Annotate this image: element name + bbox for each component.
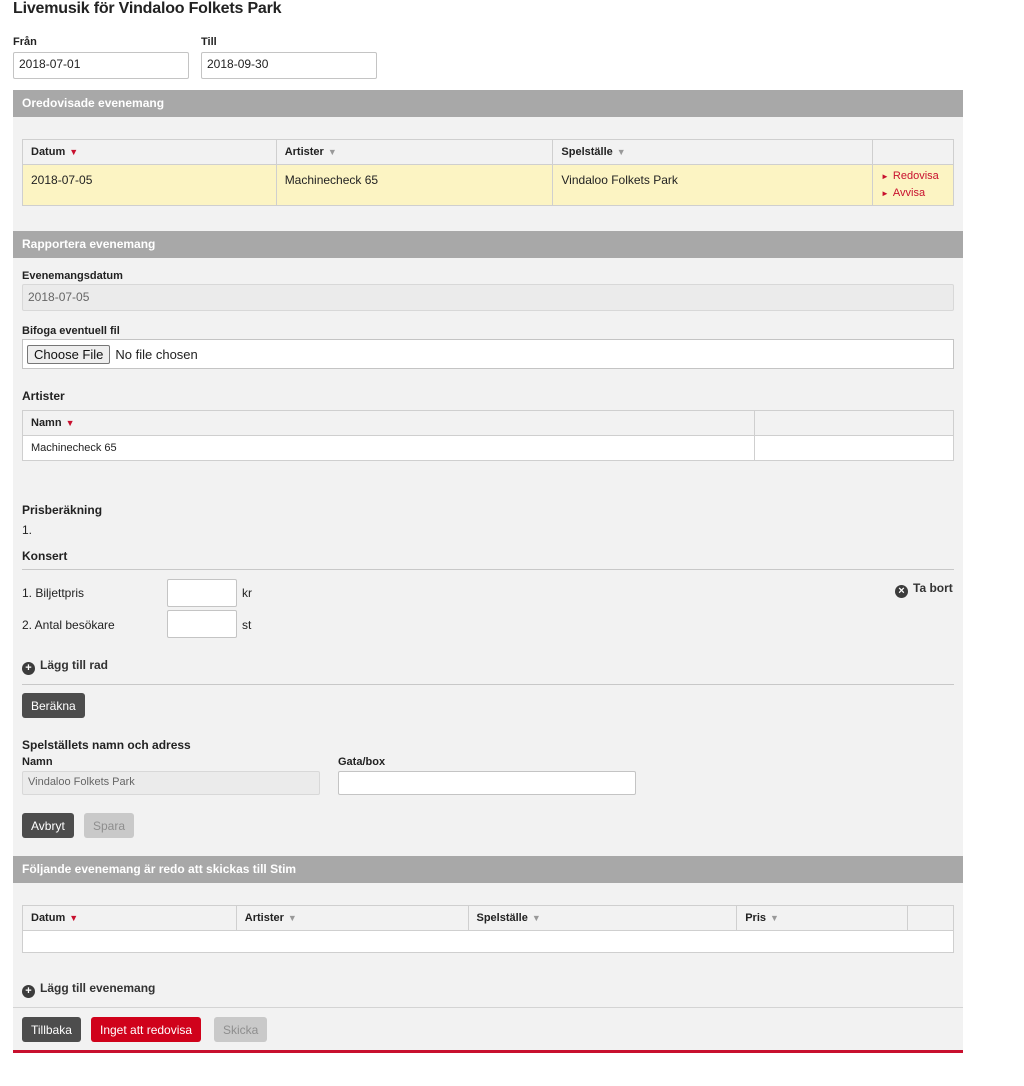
- divider: [13, 1007, 963, 1008]
- col-header-spelstalle[interactable]: Spelställe ▼: [467, 905, 738, 931]
- price-index: 1.: [22, 523, 33, 537]
- ready-section-header: Följande evenemang är redo att skickas t…: [13, 856, 963, 883]
- cell-artist-name: Machinecheck 65: [21, 435, 756, 461]
- street-label: Gata/box: [338, 756, 386, 768]
- sort-icon: ▼: [616, 147, 626, 157]
- visitors-label: 2. Antal besökare: [22, 618, 115, 632]
- artists-title: Artister: [22, 389, 65, 403]
- bottom-accent-line: [13, 1050, 963, 1053]
- ticket-price-label: 1. Biljettpris: [22, 586, 85, 600]
- divider: [22, 684, 954, 685]
- col-header-artister[interactable]: Artister ▼: [235, 905, 469, 931]
- col-header-spelstalle[interactable]: Spelställe ▼: [552, 139, 873, 165]
- cell-artist: Machinecheck 65: [275, 164, 554, 206]
- divider: [22, 569, 954, 570]
- concert-title: Konsert: [22, 549, 68, 563]
- nothing-to-report-button[interactable]: Inget att redovisa: [91, 1017, 202, 1042]
- choose-file-button[interactable]: Choose File: [27, 344, 111, 364]
- from-date-input[interactable]: 2018-07-01: [13, 52, 189, 79]
- calculate-button[interactable]: Beräkna: [22, 693, 85, 718]
- price-calc-title: Prisberäkning: [22, 503, 103, 517]
- file-status: No file chosen: [115, 346, 198, 362]
- remove-button[interactable]: × Ta bort: [895, 581, 953, 598]
- cell-venue: Vindaloo Folkets Park: [552, 164, 873, 206]
- close-circle-icon: ×: [895, 585, 908, 598]
- col-header-namn[interactable]: Namn ▼: [21, 410, 756, 436]
- table-row-empty: [22, 930, 954, 953]
- from-date-group: Från 2018-07-01: [13, 36, 189, 79]
- avvisa-link[interactable]: ► Avvisa: [881, 185, 945, 202]
- table-row: Machinecheck 65: [21, 435, 954, 461]
- report-section-header: Rapportera evenemang: [13, 231, 963, 258]
- venue-name-field: Vindaloo Folkets Park: [22, 771, 320, 795]
- attach-file-label: Bifoga eventuell fil: [22, 325, 120, 337]
- sort-icon: ▼: [287, 913, 297, 923]
- to-date-label: Till: [201, 36, 217, 48]
- to-date-input[interactable]: 2018-09-30: [201, 52, 377, 79]
- col-header-actions: [872, 139, 954, 165]
- unreported-section-header: Oredovisade evenemang: [13, 90, 963, 117]
- unreported-table: Datum ▼ Artister ▼ Spelställe ▼ 2018-07-05 …: [22, 139, 954, 206]
- cell-actions: ► Redovisa ► Avvisa: [872, 164, 954, 206]
- col-header-artister[interactable]: Artister ▼: [275, 139, 554, 165]
- event-date-field: 2018-07-05: [22, 284, 954, 311]
- page-title: Livemusik för Vindaloo Folkets Park: [13, 0, 282, 17]
- col-header-empty: [907, 905, 954, 931]
- send-button[interactable]: Skicka: [214, 1017, 268, 1042]
- cancel-button[interactable]: Avbryt: [22, 813, 74, 838]
- visitors-input[interactable]: [167, 610, 237, 638]
- plus-circle-icon: +: [22, 985, 35, 998]
- sort-icon: ▼: [531, 913, 541, 923]
- visitors-unit: st: [242, 618, 252, 632]
- add-row-button[interactable]: + Lägg till rad: [22, 658, 108, 675]
- ready-table: Datum ▼ Artister ▼ Spelställe ▼ Pris ▼: [22, 905, 954, 953]
- table-row[interactable]: 2018-07-05 Machinecheck 65 Vindaloo Folk…: [22, 164, 954, 206]
- sort-icon: ▼: [770, 913, 779, 923]
- col-header-pris[interactable]: Pris ▼: [736, 905, 909, 931]
- sort-desc-icon: ▼: [69, 147, 79, 157]
- to-date-group: Till 2018-09-30: [201, 36, 377, 79]
- sort-icon: ▼: [327, 147, 337, 157]
- sort-desc-icon: ▼: [69, 913, 79, 923]
- save-button[interactable]: Spara: [84, 813, 135, 838]
- cell-date: 2018-07-05: [22, 164, 277, 206]
- file-input[interactable]: Choose File No file chosen: [22, 339, 954, 369]
- from-date-label: Från: [13, 36, 37, 48]
- street-input[interactable]: [338, 771, 636, 795]
- redovisa-link[interactable]: ► Redovisa: [881, 168, 945, 185]
- arrow-right-icon: ►: [881, 189, 889, 198]
- ticket-price-input[interactable]: [167, 579, 237, 607]
- back-button[interactable]: Tillbaka: [22, 1017, 81, 1042]
- plus-circle-icon: +: [22, 662, 35, 675]
- add-event-button[interactable]: + Lägg till evenemang: [22, 981, 155, 998]
- artists-table: Namn ▼ Machinecheck 65: [21, 410, 954, 461]
- venue-title: Spelställets namn och adress: [22, 738, 191, 752]
- cell-empty: [754, 435, 954, 461]
- main-panel: Oredovisade evenemang Datum ▼ Artister ▼ S…: [13, 90, 963, 1053]
- ticket-price-unit: kr: [242, 586, 252, 600]
- col-header-datum[interactable]: Datum ▼: [22, 139, 277, 165]
- sort-desc-icon: ▼: [65, 418, 75, 428]
- col-header-datum[interactable]: Datum ▼: [22, 905, 237, 931]
- arrow-right-icon: ►: [881, 172, 889, 181]
- col-header-empty: [754, 410, 954, 436]
- empty-cell: [22, 930, 954, 953]
- venue-name-label: Namn: [22, 756, 53, 768]
- event-date-label: Evenemangsdatum: [22, 270, 123, 282]
